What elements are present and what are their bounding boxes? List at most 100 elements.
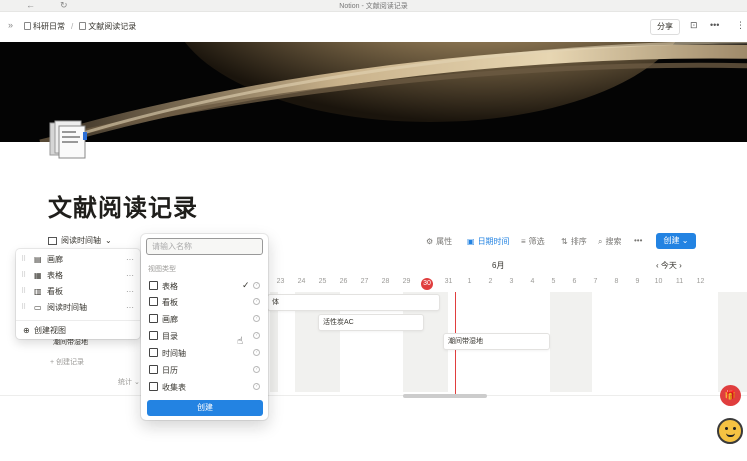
- drag-handle-icon[interactable]: ⠿: [21, 287, 26, 295]
- new-record-link[interactable]: + 创建记录: [50, 357, 84, 367]
- view-type-board[interactable]: 看板 ?: [141, 294, 268, 310]
- timeline-day: 26: [339, 278, 348, 285]
- breadcrumb-separator: /: [71, 22, 74, 31]
- info-icon[interactable]: ?: [253, 298, 260, 305]
- more-button[interactable]: •••: [710, 20, 719, 30]
- view-type-label: 时间轴: [162, 349, 186, 358]
- properties-button[interactable]: ⚙ 属性: [426, 236, 452, 247]
- view-item-label: 看板: [47, 286, 63, 296]
- calendar-icon: [149, 365, 158, 374]
- filter-button[interactable]: ≡ 筛选: [521, 236, 545, 247]
- view-name-input[interactable]: [146, 238, 263, 255]
- documents-icon: [49, 120, 87, 159]
- board-icon: ▥: [34, 286, 42, 296]
- timeline-day: 31: [444, 278, 453, 285]
- view-switcher[interactable]: 阅读时间轴 ⌄: [48, 235, 112, 246]
- create-view-button[interactable]: 创建: [147, 400, 263, 416]
- breadcrumb-label: 科研日常: [33, 22, 65, 31]
- bookmark-icon[interactable]: ⊡: [690, 20, 698, 31]
- properties-label: 属性: [436, 237, 453, 246]
- add-view-button[interactable]: ⊕ 创建视图: [16, 322, 140, 338]
- drag-handle-icon[interactable]: ⠿: [21, 271, 26, 279]
- bar-label: 体: [272, 299, 279, 306]
- timeline-icon: [149, 348, 158, 357]
- horizontal-scrollbar[interactable]: [403, 394, 487, 398]
- breadcrumb-item[interactable]: 科研日常: [24, 21, 65, 32]
- divider: [16, 320, 140, 321]
- view-type-label: 日历: [162, 366, 178, 375]
- today-marker: 30: [421, 278, 433, 290]
- views-menu: ⠿ ▤ 画廊 ··· ⠿ ▦ 表格 ··· ⠿ ▥ 看板 ··· ⠿ ▭ 阅读时…: [16, 249, 140, 339]
- view-item[interactable]: ⠿ ▥ 看板 ···: [16, 283, 140, 299]
- page-title[interactable]: 文献阅读记录: [48, 188, 198, 223]
- page-icon-small: [79, 22, 87, 30]
- view-type-timeline[interactable]: 时间轴 ?: [141, 345, 268, 361]
- page-emoji-icon[interactable]: [48, 119, 88, 161]
- hand-cursor-icon: ☝: [237, 336, 244, 347]
- more-icon[interactable]: ···: [126, 271, 134, 280]
- info-icon[interactable]: ?: [253, 282, 260, 289]
- drag-handle-icon[interactable]: ⠿: [21, 303, 26, 311]
- info-icon[interactable]: ?: [253, 383, 260, 390]
- today-nav: ‹ 今天 ›: [656, 260, 682, 271]
- settings-icon[interactable]: ⋮: [736, 20, 745, 31]
- gift-icon[interactable]: 🎁: [720, 385, 741, 406]
- chevron-down-icon: ⌄: [681, 236, 689, 245]
- timeline-bar[interactable]: 活性炭AC: [318, 314, 424, 331]
- cover-image[interactable]: [0, 42, 747, 142]
- new-record-button[interactable]: 创建 ⌄: [656, 233, 696, 249]
- window-title: Notion - 文献阅读记录: [339, 3, 408, 10]
- view-type-label: 目录: [162, 332, 178, 341]
- table-icon: ▦: [34, 270, 42, 280]
- mouth: [726, 433, 735, 437]
- gallery-icon: [149, 314, 158, 323]
- add-view-label: 创建视图: [34, 325, 66, 335]
- date-label: 日期时间: [477, 237, 510, 246]
- sort-button[interactable]: ⇅ 排序: [561, 236, 587, 247]
- page-header: » 科研日常 / 文献阅读记录 分享 ⊡ ••• ⋮: [0, 12, 747, 42]
- sidebar-toggle-icon[interactable]: »: [8, 20, 13, 30]
- timeline-bar[interactable]: 潮间带湿地: [443, 333, 550, 350]
- more-icon[interactable]: ···: [126, 303, 134, 312]
- view-item[interactable]: ⠿ ▤ 画廊 ···: [16, 251, 140, 267]
- view-type-gallery[interactable]: 画廊 ?: [141, 311, 268, 327]
- breadcrumb-item[interactable]: 文献阅读记录: [79, 21, 136, 32]
- timeline-icon: [48, 236, 57, 245]
- timeline-bar[interactable]: 体: [267, 294, 440, 311]
- filter-label: 筛选: [528, 237, 545, 246]
- timeline-day: 6: [572, 278, 577, 285]
- info-icon[interactable]: ?: [253, 349, 260, 356]
- today-button[interactable]: 今天: [661, 261, 677, 270]
- info-icon[interactable]: ?: [253, 366, 260, 373]
- view-item[interactable]: ⠿ ▭ 阅读时间轴 ···: [16, 299, 140, 315]
- timeline-day: 2: [488, 278, 493, 285]
- timeline-day: 27: [360, 278, 369, 285]
- assistant-face-icon[interactable]: [717, 418, 743, 444]
- view-item[interactable]: ⠿ ▦ 表格 ···: [16, 267, 140, 283]
- view-type-form[interactable]: 收集表 ?: [141, 379, 268, 395]
- db-more-button[interactable]: •••: [634, 236, 642, 245]
- timeline-day: 4: [530, 278, 535, 285]
- share-button[interactable]: 分享: [650, 19, 680, 35]
- timeline-day: 12: [696, 278, 705, 285]
- view-type-table[interactable]: 表格 ✓ ?: [141, 278, 268, 294]
- sort-icon: ⇅: [561, 237, 568, 246]
- weekend-column: [718, 292, 747, 392]
- info-icon[interactable]: ?: [253, 332, 260, 339]
- next-icon[interactable]: ›: [679, 261, 682, 270]
- breadcrumb: 科研日常 / 文献阅读记录: [24, 21, 136, 32]
- search-button[interactable]: ⌕ 搜索: [598, 236, 621, 247]
- drag-handle-icon[interactable]: ⠿: [21, 255, 26, 263]
- view-type-calendar[interactable]: 日历 ?: [141, 362, 268, 378]
- prev-icon[interactable]: ‹: [656, 261, 659, 270]
- more-icon[interactable]: ···: [126, 287, 134, 296]
- more-icon[interactable]: ···: [126, 255, 134, 264]
- view-type-list[interactable]: 目录 ?: [141, 328, 268, 344]
- date-property-button[interactable]: ▣ 日期时间: [467, 236, 510, 247]
- view-item-label: 画廊: [47, 254, 63, 264]
- calendar-icon: ▣: [467, 237, 475, 246]
- board-icon: [149, 297, 158, 306]
- timeline-icon: ▭: [34, 302, 42, 312]
- info-icon[interactable]: ?: [253, 315, 260, 322]
- calculate-button[interactable]: 统计 ⌄: [118, 377, 140, 387]
